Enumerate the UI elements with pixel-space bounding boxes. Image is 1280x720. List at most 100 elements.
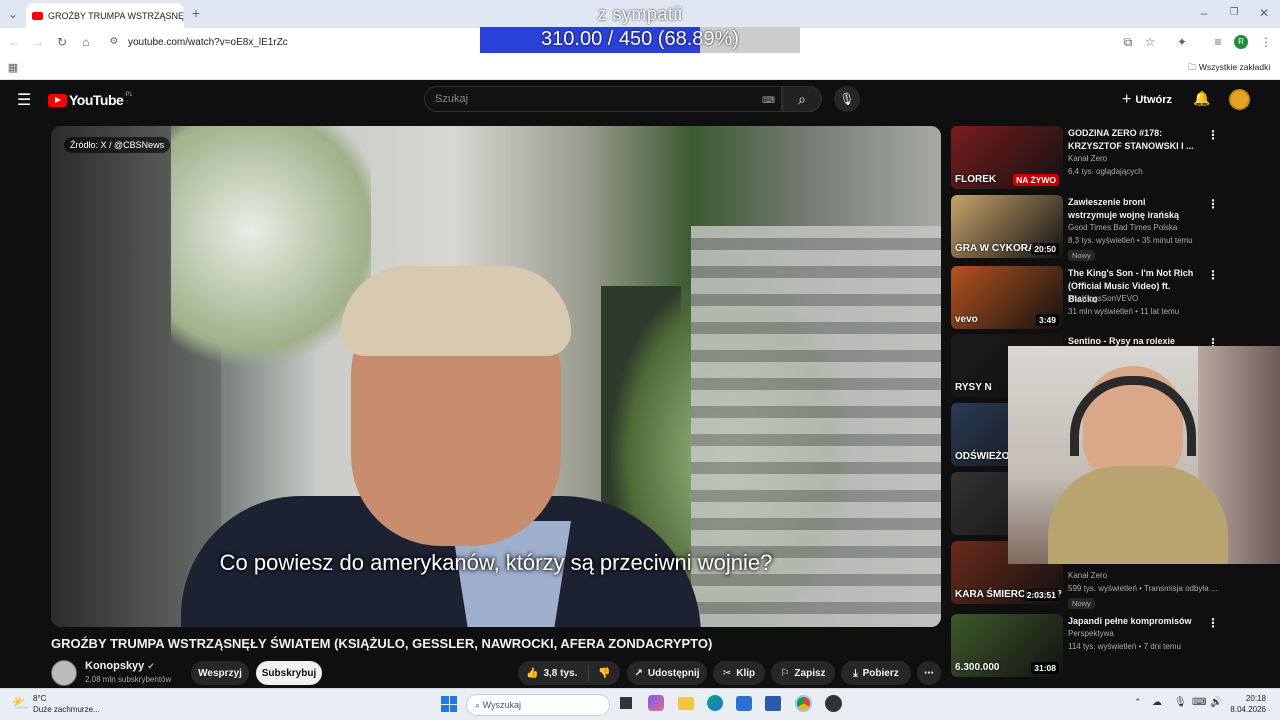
video-thumbnail[interactable]: FLOREK NA ŻYWO [951, 126, 1063, 189]
microphone-tray-icon[interactable]: 🎙 [1174, 697, 1187, 708]
mail-icon[interactable] [736, 696, 752, 711]
edge-icon[interactable] [707, 695, 723, 711]
sidebar-video-meta: 31 mln wyświetleń • 11 lat temu [1068, 307, 1180, 316]
video-thumbnail[interactable]: 6.300.000 31:08 [951, 614, 1063, 677]
user-avatar[interactable] [1229, 89, 1250, 110]
media-icon[interactable]: ≡ [1210, 34, 1226, 50]
bookmark-star-icon[interactable]: ☆ [1142, 34, 1158, 50]
more-options-icon[interactable]: ⋮ [1207, 616, 1219, 630]
like-count: 3,8 tys. [543, 667, 578, 679]
notifications-bell-icon[interactable]: 🔔 [1193, 90, 1210, 107]
all-bookmarks-folder[interactable]: 🗀 Wszystkie zakładki [1188, 62, 1270, 76]
keyboard-icon[interactable]: ⌨ [762, 95, 775, 106]
video-subtitle: Co powiesz do amerykanów, którzy są prze… [219, 550, 773, 575]
more-options-icon[interactable]: ⋮ [1207, 268, 1219, 282]
clock-date[interactable]: 8.04.2026 [1222, 705, 1266, 714]
share-button[interactable]: ↗ Udostępnij [627, 661, 707, 685]
search-icon: ⌕ [798, 91, 806, 107]
sidebar-video-title[interactable]: GODZINA ZERO #178: KRZYSZTOF STANOWSKI I… [1068, 127, 1196, 153]
streamer-tank-top [1048, 466, 1228, 564]
sidebar-video-item[interactable]: GRA W CYKORA? 20:50 Zawieszenie broni wstr… [951, 195, 1231, 261]
more-actions-icon[interactable]: ⋯ [917, 661, 941, 685]
search-icon: ⌕ [475, 700, 481, 710]
volume-icon[interactable]: 🔊 [1210, 697, 1222, 708]
folder-icon: 🗀 [1188, 62, 1197, 72]
copilot-icon[interactable] [648, 695, 664, 711]
network-icon[interactable]: ⌨ [1192, 697, 1206, 708]
tray-app-icon[interactable]: ☁ [1152, 697, 1162, 708]
new-tab-icon[interactable]: + [188, 5, 204, 21]
sidebar-video-meta: 6,4 tys. oglądających [1068, 167, 1143, 176]
channel-name-row[interactable]: Konopskyy ✔ [85, 660, 155, 672]
headphones [1070, 376, 1196, 456]
video-duration: 20:50 [1031, 243, 1059, 255]
clip-label: Klip [736, 667, 756, 679]
tab-list-icon[interactable]: ⌄ [5, 6, 21, 22]
sidebar-video-item[interactable]: 6.300.000 31:08 Japandi pełne kompromisów P… [951, 614, 1231, 678]
file-explorer-icon[interactable] [678, 697, 694, 710]
taskbar-search[interactable]: ⌕ Wyszukaj [466, 694, 610, 716]
subscribe-button[interactable]: Subskrybuj [256, 661, 322, 685]
home-icon[interactable]: ⌂ [78, 34, 94, 50]
tab-active[interactable]: GROŹBY TRUMPA WSTRZĄSNĘ ✕ [26, 3, 184, 28]
sidebar-channel-name[interactable]: Good Times Bad Times Polska [1068, 223, 1177, 232]
install-app-icon[interactable]: ⧉ [1120, 34, 1136, 50]
youtube-logo[interactable]: YouTube PL [48, 92, 133, 108]
weather-desc: Duże zachmurze... [33, 705, 100, 714]
apps-grid-icon[interactable]: ▦ [5, 60, 21, 76]
profile-avatar[interactable]: R [1234, 35, 1248, 49]
site-info-icon[interactable]: ⚙ [104, 34, 124, 50]
extensions-icon[interactable]: ✦ [1174, 34, 1190, 50]
clip-button[interactable]: ✂ Klip [713, 661, 765, 685]
like-button[interactable]: 👍 3,8 tys. [526, 668, 577, 679]
bookmarks-bar: ▦ 🗀 Wszystkie zakładki [0, 56, 1280, 80]
obs-icon[interactable] [825, 695, 842, 712]
browser-menu-icon[interactable]: ⋮ [1258, 34, 1274, 50]
clock-time[interactable]: 20:18 [1232, 694, 1266, 703]
more-options-icon[interactable]: ⋮ [1207, 197, 1219, 211]
search-input[interactable]: Szukaj [424, 86, 782, 112]
save-button[interactable]: ⚐ Zapisz [771, 661, 835, 685]
plus-icon: + [1122, 91, 1132, 108]
voice-search-button[interactable]: 🎙 [834, 86, 860, 112]
minimize-icon[interactable]: – [1196, 5, 1212, 21]
sidebar-channel-name[interactable]: Kanał Zero [1068, 154, 1107, 163]
sidebar-video-title[interactable]: Japandi pełne kompromisów [1068, 615, 1196, 628]
save-label: Zapisz [794, 667, 826, 679]
new-badge: Nowy [1068, 250, 1095, 261]
chrome-icon[interactable] [795, 695, 812, 712]
thumbs-down-icon[interactable]: 👎 [598, 668, 610, 679]
thumbnail-text: 6.300.000 [955, 662, 1000, 673]
channel-avatar[interactable] [51, 660, 77, 686]
sidebar-video-item[interactable]: FLOREK NA ŻYWO GODZINA ZERO #178: KRZYSZTO… [951, 126, 1231, 190]
sidebar-video-item[interactable]: vevo 3:49 The King's Son - I'm Not Rich (O… [951, 266, 1231, 330]
sidebar-video-meta: 8,3 tys. wyświetleń • 35 minut temu [1068, 236, 1193, 245]
share-label: Udostępnij [647, 667, 700, 679]
like-dislike-group: 👍 3,8 tys. 👎 [518, 661, 620, 685]
sidebar-channel-name[interactable]: TheKingsSonVEVO [1068, 294, 1138, 303]
search-button[interactable]: ⌕ [782, 86, 822, 112]
forward-icon[interactable]: → [30, 34, 46, 50]
sidebar-video-meta: 114 tys. wyświetleń • 7 dni temu [1068, 642, 1181, 651]
back-icon[interactable]: ← [6, 34, 22, 50]
sidebar-video-title[interactable]: Zawieszenie broni wstrzymuje wojnę irańs… [1068, 196, 1196, 222]
support-button[interactable]: Wesprzyj [191, 661, 249, 685]
reload-icon[interactable]: ↻ [54, 34, 70, 50]
weather-icon[interactable]: ⛅ [12, 695, 29, 712]
create-button[interactable]: + Utwórz [1122, 91, 1172, 109]
video-duration: 2:03:51 [1023, 589, 1059, 601]
video-duration: 31:08 [1031, 662, 1059, 674]
close-window-icon[interactable]: ✕ [1256, 5, 1272, 21]
windows-start-icon[interactable] [441, 696, 457, 712]
download-button[interactable]: ⤓ Pobierz [841, 661, 911, 685]
sidebar-channel-name[interactable]: Perspektywa [1068, 629, 1114, 638]
menu-icon[interactable]: ☰ [17, 90, 31, 110]
task-view-icon[interactable] [620, 697, 632, 709]
maximize-icon[interactable]: ❐ [1226, 5, 1242, 21]
store-icon[interactable] [765, 696, 781, 711]
tray-chevron-icon[interactable]: ⌃ [1134, 697, 1142, 708]
sidebar-channel-name[interactable]: Kanał Zero [1068, 571, 1107, 580]
video-thumbnail[interactable]: GRA W CYKORA? 20:50 [951, 195, 1063, 258]
video-thumbnail[interactable]: vevo 3:49 [951, 266, 1063, 329]
more-options-icon[interactable]: ⋮ [1207, 128, 1219, 142]
